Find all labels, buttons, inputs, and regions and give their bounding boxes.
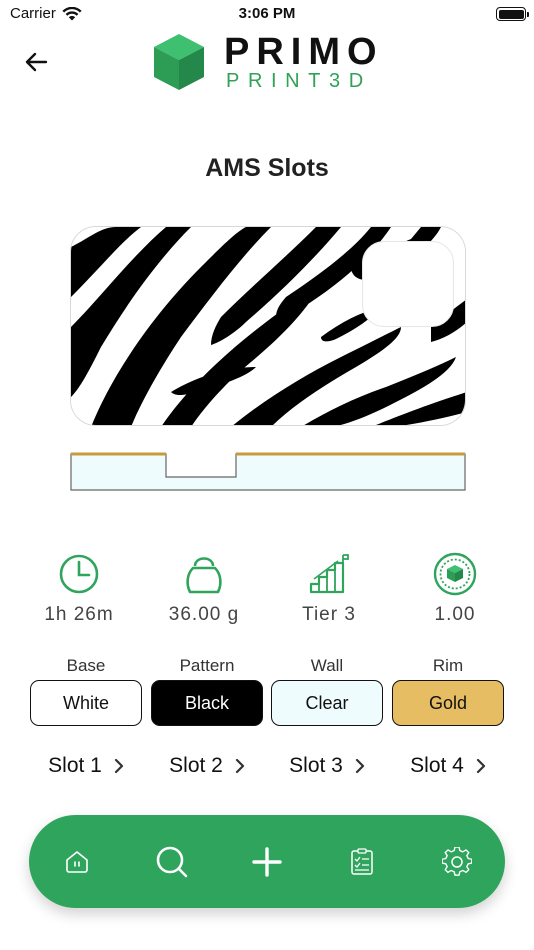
gear-icon: [442, 846, 472, 876]
scale-badge-icon: [433, 552, 477, 596]
logo-primary-text: PRIMO: [224, 31, 384, 73]
stat-value: Tier 3: [302, 604, 356, 625]
stat-print-time: 1h 26m: [14, 552, 144, 626]
brand-logo: PRIMO PRINT3D: [152, 32, 392, 94]
slot-label: Slot 3: [289, 754, 343, 777]
stat-value: 1h 26m: [44, 604, 114, 625]
back-button[interactable]: [20, 48, 52, 76]
kettlebell-icon: [186, 557, 222, 594]
layer-base: Base White: [30, 656, 142, 726]
logo-secondary-text: PRINT3D: [226, 70, 372, 92]
camera-cutout: [362, 241, 454, 327]
home-icon: [66, 850, 88, 873]
slot-3-button[interactable]: Slot 3: [271, 754, 383, 778]
status-time: 3:06 PM: [238, 5, 296, 22]
slot-1-button[interactable]: Slot 1: [30, 754, 142, 778]
wall-color-button[interactable]: Clear: [271, 680, 383, 726]
status-bar: Carrier 3:06 PM: [0, 0, 534, 30]
pattern-color-button[interactable]: Black: [151, 680, 263, 726]
layer-label: Pattern: [179, 656, 235, 675]
rim-color-button[interactable]: Gold: [392, 680, 504, 726]
layer-rim: Rim Gold: [392, 656, 504, 726]
layer-pattern: Pattern Black: [151, 656, 263, 726]
stat-value: 36.00 g: [168, 604, 240, 625]
layer-wall: Wall Clear: [271, 656, 383, 726]
arrow-left-icon: [25, 52, 48, 72]
nav-settings-button[interactable]: [427, 815, 487, 908]
bottom-nav-bar: [29, 815, 505, 908]
search-icon: [156, 846, 188, 877]
stat-weight: 36.00 g: [139, 552, 269, 626]
layer-label: Rim: [432, 656, 464, 675]
case-edge-profile: [70, 452, 466, 491]
battery-icon: [496, 7, 529, 21]
chevron-right-icon: [476, 758, 485, 774]
cube-logo-icon: [154, 34, 204, 90]
nav-search-button[interactable]: [142, 815, 202, 908]
slot-4-button[interactable]: Slot 4: [392, 754, 504, 778]
slot-2-button[interactable]: Slot 2: [151, 754, 263, 778]
case-preview-image: [70, 226, 466, 426]
page-title: AMS Slots: [205, 154, 329, 182]
clock-icon: [59, 554, 99, 594]
base-color-button[interactable]: White: [30, 680, 142, 726]
chevron-right-icon: [114, 758, 123, 774]
slot-label: Slot 4: [410, 754, 464, 777]
stat-scale: 1.00: [390, 552, 520, 626]
nav-orders-button[interactable]: [332, 815, 392, 908]
stat-value: 1.00: [434, 604, 476, 625]
chevron-right-icon: [355, 758, 364, 774]
nav-create-button[interactable]: [237, 815, 297, 908]
plus-icon: [252, 846, 282, 877]
layer-label: Base: [66, 656, 106, 675]
nav-home-button[interactable]: [47, 815, 107, 908]
slot-label: Slot 2: [169, 754, 223, 777]
checklist-icon: [351, 847, 373, 875]
stat-tier: Tier 3: [264, 552, 394, 626]
chevron-right-icon: [235, 758, 244, 774]
tier-stairs-icon: [309, 554, 349, 594]
slot-label: Slot 1: [48, 754, 102, 777]
layer-label: Wall: [310, 656, 344, 675]
